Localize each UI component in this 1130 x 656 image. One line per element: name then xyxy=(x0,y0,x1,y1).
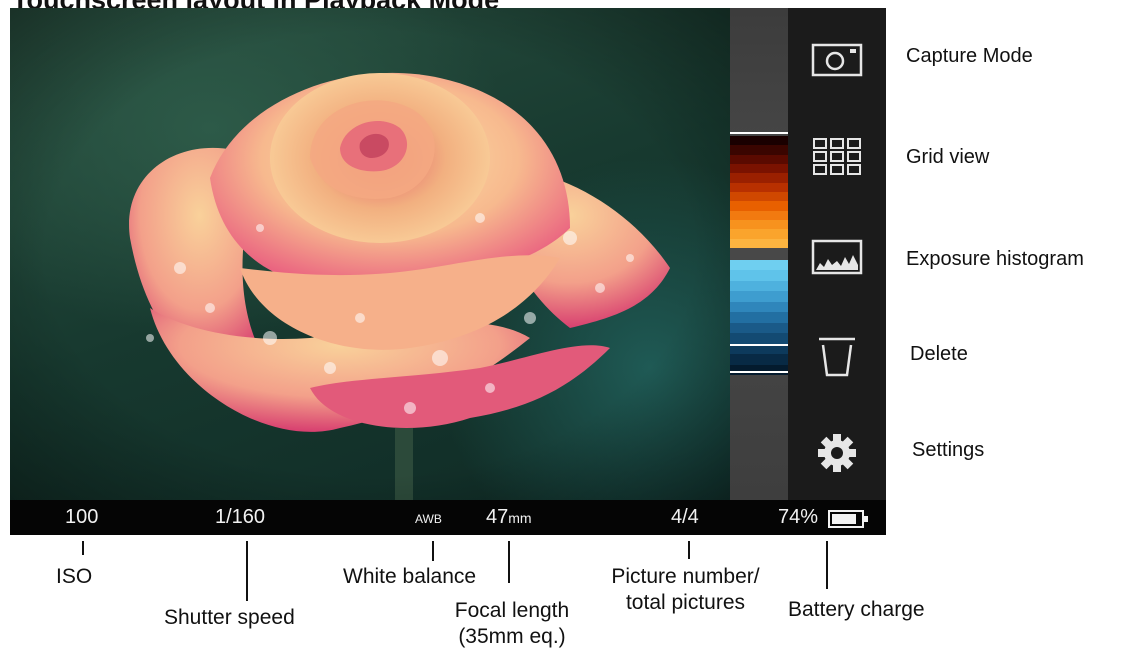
histogram-cool-level-4 xyxy=(730,301,788,313)
histogram-cool-level-5 xyxy=(730,312,788,323)
histogram-warm-level-3 xyxy=(730,163,788,174)
histogram-cool-level-3 xyxy=(730,291,788,302)
label-exposure-histogram: Exposure histogram xyxy=(906,248,1084,270)
histogram-cool-level-9 xyxy=(730,354,788,365)
side-toolbar xyxy=(788,8,886,500)
delete-button[interactable] xyxy=(788,335,886,379)
histogram-warm-band xyxy=(730,136,788,248)
leader-picture xyxy=(688,541,690,559)
histogram-cool-level-10 xyxy=(730,364,788,375)
label-settings: Settings xyxy=(912,439,985,461)
histogram-bottom-marker xyxy=(730,371,788,373)
focal-length-value: 47mm xyxy=(486,507,532,527)
grid-icon xyxy=(813,138,861,175)
capture-mode-button[interactable] xyxy=(788,39,886,79)
label-picture-line1: Picture number/ xyxy=(611,565,760,588)
label-iso: ISO xyxy=(56,565,93,588)
camera-icon xyxy=(811,43,863,77)
histogram-top-marker xyxy=(730,132,788,134)
histogram-icon xyxy=(811,239,863,275)
histogram-strip xyxy=(730,8,788,500)
histogram-warm-level-6 xyxy=(730,191,788,202)
trash-icon xyxy=(819,337,855,377)
playback-photo[interactable] xyxy=(10,8,730,500)
leader-battery xyxy=(826,541,828,589)
histogram-cool-level-0 xyxy=(730,260,788,271)
gear-icon xyxy=(818,434,856,472)
histogram-mid-marker xyxy=(730,344,788,346)
label-shutter-speed: Shutter speed xyxy=(164,606,295,629)
histogram-cool-level-6 xyxy=(730,322,788,334)
label-grid-view: Grid view xyxy=(906,146,990,168)
settings-button[interactable] xyxy=(788,432,886,474)
histogram-cool-level-2 xyxy=(730,280,788,292)
histogram-cool-level-1 xyxy=(730,270,788,281)
label-focal-length: Focal length (35mm eq.) xyxy=(442,600,582,647)
histogram-warm-level-7 xyxy=(730,201,788,211)
label-delete: Delete xyxy=(910,343,968,365)
histogram-warm-level-10 xyxy=(730,229,788,239)
histogram-cool-band xyxy=(730,260,788,375)
leader-iso xyxy=(82,541,84,555)
label-picture-number: Picture number/ total pictures xyxy=(593,566,778,613)
label-focal-line2: (35mm eq.) xyxy=(458,625,566,648)
histogram-warm-level-11 xyxy=(730,238,788,248)
battery-icon xyxy=(828,509,870,534)
iso-value: 100 xyxy=(65,506,99,528)
histogram-warm-level-8 xyxy=(730,210,788,220)
histogram-warm-level-9 xyxy=(730,219,788,230)
label-focal-line1: Focal length xyxy=(454,599,570,622)
label-picture-line2: total pictures xyxy=(625,591,746,614)
leader-focal xyxy=(508,541,510,583)
battery-value: 74% xyxy=(778,506,819,528)
label-capture-mode: Capture Mode xyxy=(906,45,1033,67)
leader-wb xyxy=(432,541,434,561)
focal-number: 47 xyxy=(486,506,509,528)
shutter-value: 1/160 xyxy=(215,506,266,528)
histogram-warm-level-5 xyxy=(730,182,788,192)
histogram-warm-level-1 xyxy=(730,145,788,155)
histogram-warm-level-0 xyxy=(730,136,788,146)
histogram-cool-level-7 xyxy=(730,333,788,344)
exposure-histogram-button[interactable] xyxy=(788,237,886,277)
leader-shutter xyxy=(246,541,248,601)
histogram-warm-level-2 xyxy=(730,154,788,164)
white-balance-value: AWB xyxy=(415,512,442,526)
histogram-warm-level-4 xyxy=(730,173,788,183)
rose-image xyxy=(10,8,730,500)
status-bar: 100 1/160 AWB 47mm 4/4 74% xyxy=(10,500,886,535)
label-white-balance: White balance xyxy=(343,565,477,588)
grid-view-button[interactable] xyxy=(788,136,886,176)
touchscreen: 100 1/160 AWB 47mm 4/4 74% xyxy=(10,8,886,535)
picture-count-value: 4/4 xyxy=(671,506,699,528)
focal-unit: mm xyxy=(508,510,532,526)
label-battery-charge: Battery charge xyxy=(788,598,925,621)
